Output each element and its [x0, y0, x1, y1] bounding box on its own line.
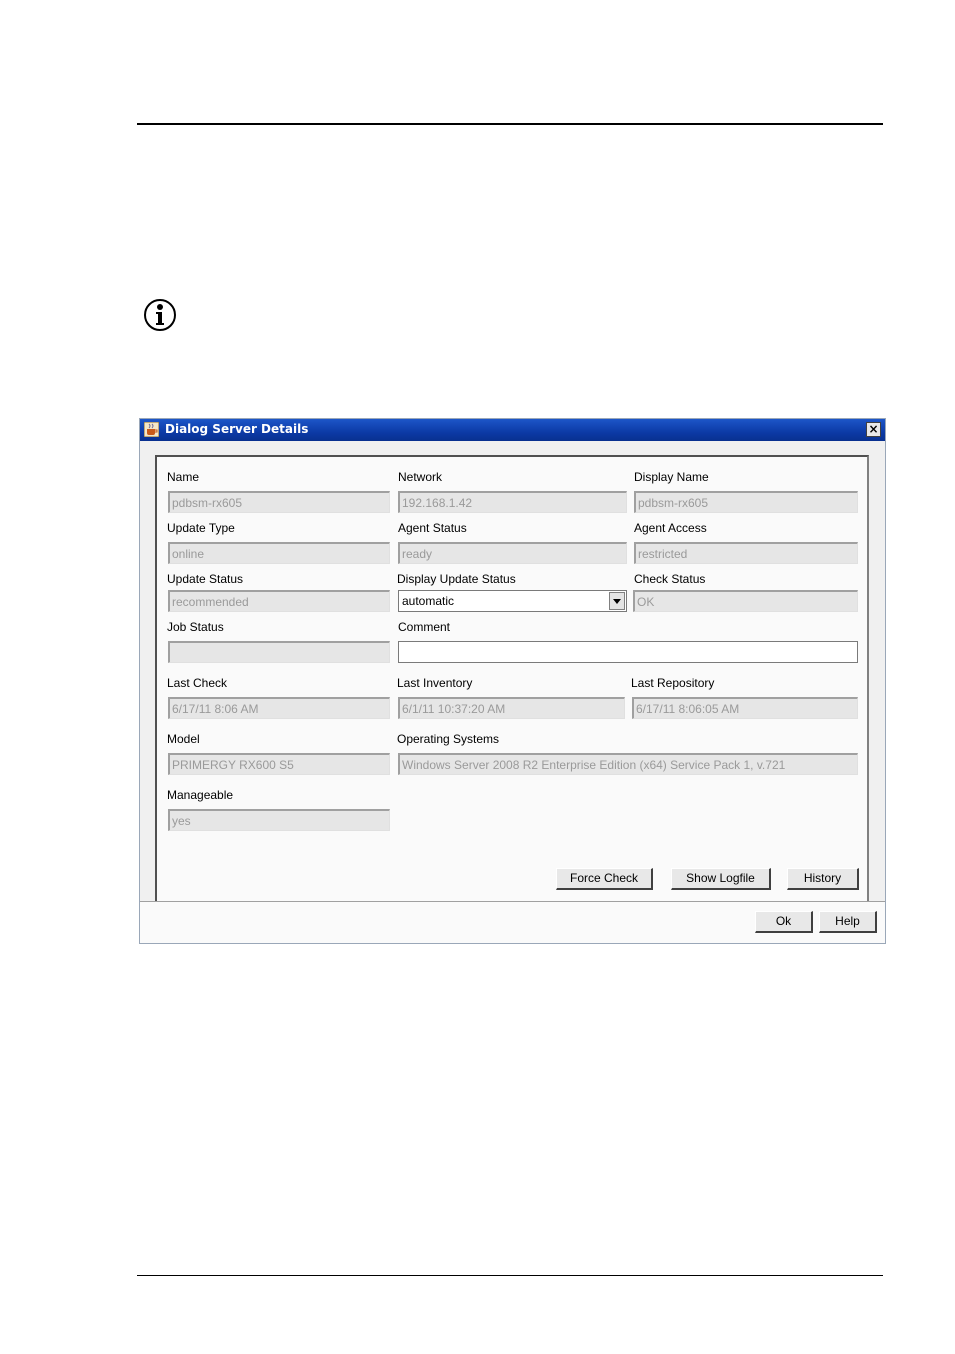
display-update-status-select[interactable]: automatic [398, 590, 627, 612]
last-repository-label: Last Repository [631, 676, 715, 690]
header-rule [137, 123, 883, 125]
comment-input[interactable] [398, 641, 858, 663]
server-details-dialog: Dialog Server Details × Name pdbsm-rx605… [139, 418, 886, 944]
java-cup-icon [144, 422, 159, 437]
manageable-label: Manageable [167, 788, 234, 802]
update-type-label: Update Type [167, 521, 235, 535]
last-inventory-label: Last Inventory [397, 676, 473, 690]
name-label: Name [167, 470, 200, 484]
close-button[interactable]: × [866, 422, 881, 437]
manageable-field: yes [168, 809, 390, 831]
display-update-status-label: Display Update Status [397, 572, 516, 586]
model-label: Model [167, 732, 200, 746]
display-name-label: Display Name [634, 470, 709, 484]
network-field: 192.168.1.42 [398, 491, 627, 513]
help-button[interactable]: Help [819, 911, 877, 933]
model-field: PRIMERGY RX600 S5 [168, 753, 390, 775]
close-icon: × [868, 422, 879, 436]
chevron-down-icon[interactable] [609, 592, 625, 610]
update-type-field: online [168, 542, 390, 564]
dialog-button-bar: Ok Help [140, 901, 885, 943]
ok-button[interactable]: Ok [755, 911, 813, 933]
display-name-field: pdbsm-rx605 [634, 491, 858, 513]
agent-status-field: ready [398, 542, 627, 564]
last-check-label: Last Check [167, 676, 228, 690]
check-status-label: Check Status [634, 572, 706, 586]
display-update-status-value: automatic [402, 594, 455, 608]
agent-access-field: restricted [634, 542, 858, 564]
job-status-label: Job Status [167, 620, 224, 634]
last-check-field: 6/17/11 8:06 AM [168, 697, 390, 719]
name-field: pdbsm-rx605 [168, 491, 390, 513]
comment-label: Comment [398, 620, 451, 634]
update-status-field: recommended [168, 590, 390, 612]
check-status-field: OK [633, 590, 858, 612]
last-inventory-field: 6/1/11 10:37:20 AM [398, 697, 625, 719]
operating-systems-label: Operating Systems [397, 732, 500, 746]
update-status-label: Update Status [167, 572, 244, 586]
dialog-titlebar[interactable]: Dialog Server Details × [140, 419, 885, 441]
last-repository-field: 6/17/11 8:06:05 AM [632, 697, 858, 719]
force-check-button[interactable]: Force Check [556, 868, 653, 890]
show-logfile-button[interactable]: Show Logfile [671, 868, 771, 890]
details-panel: Name pdbsm-rx605 Network 192.168.1.42 Di… [155, 455, 869, 901]
job-status-field [168, 641, 390, 663]
operating-systems-field: Windows Server 2008 R2 Enterprise Editio… [398, 753, 858, 775]
dialog-title: Dialog Server Details [165, 422, 309, 436]
info-icon [144, 299, 176, 331]
history-button[interactable]: History [787, 868, 859, 890]
footer-rule [137, 1275, 883, 1276]
network-label: Network [398, 470, 443, 484]
agent-status-label: Agent Status [398, 521, 467, 535]
agent-access-label: Agent Access [634, 521, 707, 535]
